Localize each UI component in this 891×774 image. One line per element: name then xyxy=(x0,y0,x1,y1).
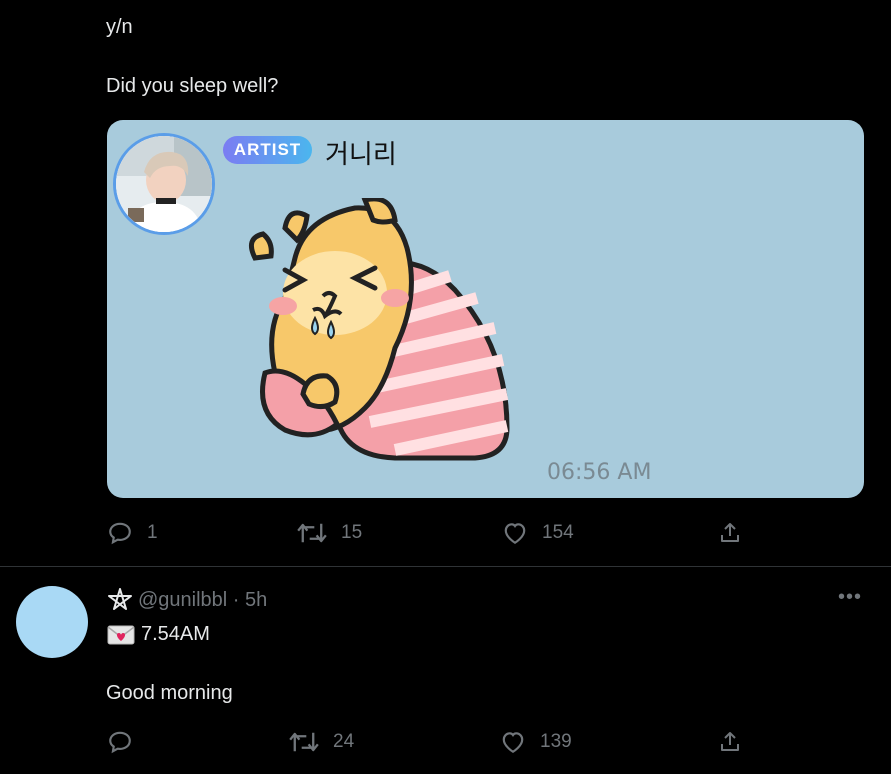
share-button-2[interactable] xyxy=(718,730,742,754)
retweet-icon xyxy=(297,523,327,543)
tweet2-text-line-2: Good morning xyxy=(106,682,233,704)
heart-icon xyxy=(504,523,526,545)
heart-icon xyxy=(502,732,524,754)
hamster-blanket-sticker xyxy=(248,198,510,461)
artist-badge: ARTIST xyxy=(223,136,312,164)
artist-avatar xyxy=(116,136,212,232)
like-button-2[interactable]: 139 xyxy=(500,729,572,755)
tweet-divider xyxy=(0,566,891,567)
artist-name: 거니리 xyxy=(325,140,397,170)
reply-count: 1 xyxy=(147,522,158,543)
message-timestamp: 06:56 AM xyxy=(547,460,652,485)
tweet-text-line-1: y/n xyxy=(106,16,133,38)
retweet-button-2[interactable]: 24 xyxy=(289,729,354,755)
tweet-text-line-2: Did you sleep well? xyxy=(106,75,279,97)
share-button[interactable] xyxy=(718,521,742,545)
tweet-author-handle[interactable]: @gunilbbl · 5h xyxy=(138,589,267,612)
pentagram-icon xyxy=(108,588,132,610)
like-count: 154 xyxy=(542,522,574,543)
retweet-count: 15 xyxy=(341,522,363,543)
reply-button-2[interactable] xyxy=(107,729,147,755)
reply-icon xyxy=(109,731,131,754)
retweet-button[interactable]: 15 xyxy=(297,520,362,546)
like-count-2: 139 xyxy=(540,731,572,752)
love-letter-icon xyxy=(107,625,135,645)
like-button[interactable]: 154 xyxy=(502,520,574,546)
retweet-icon xyxy=(289,732,319,752)
share-icon xyxy=(721,523,739,542)
more-icon[interactable]: ••• xyxy=(838,586,862,609)
tweet2-text-line-1: 7.54AM xyxy=(141,623,210,645)
user-avatar[interactable] xyxy=(16,586,88,658)
reply-icon xyxy=(109,522,131,545)
reply-button[interactable]: 1 xyxy=(107,520,158,546)
retweet-count-2: 24 xyxy=(333,731,355,752)
tweet-media-card[interactable]: ARTIST 거니리 06:56 AM xyxy=(107,120,864,498)
share-icon xyxy=(721,732,739,751)
